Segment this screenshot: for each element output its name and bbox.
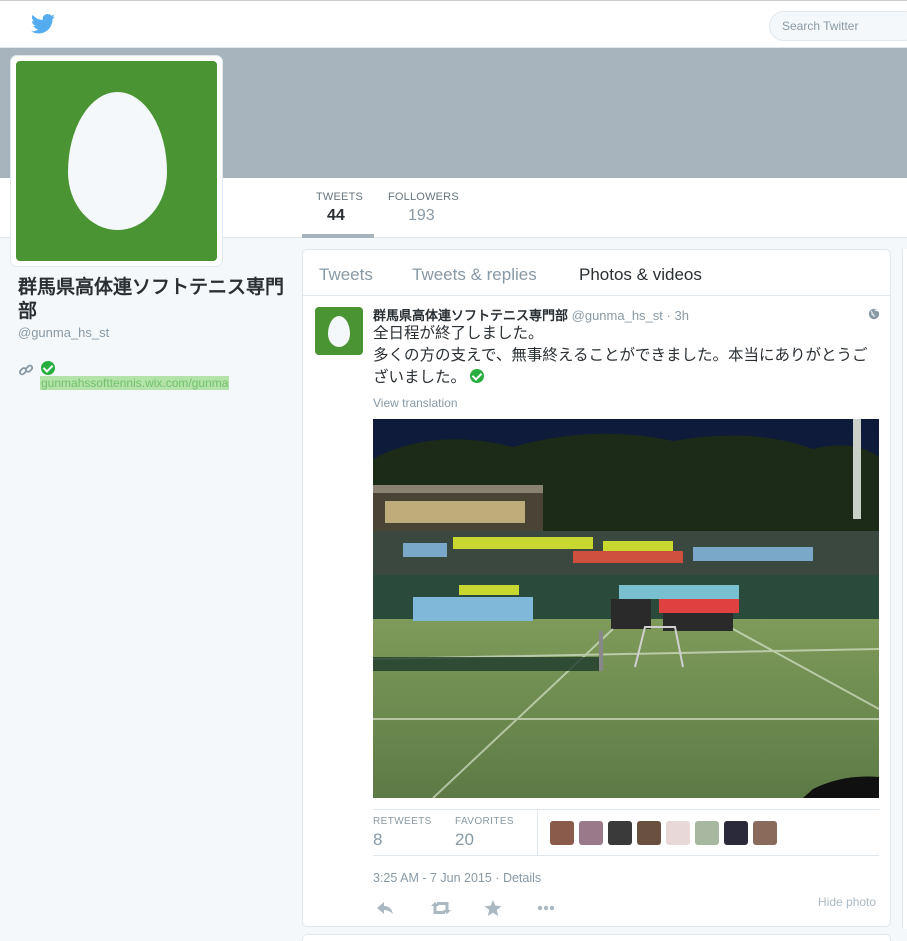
right-column-edge [902,249,907,929]
timeline-tabs: Tweets Tweets & replies Photos & videos [303,250,890,296]
twitter-bird-icon[interactable] [31,14,55,34]
favoriter-avatar[interactable] [695,821,719,845]
favoriter-avatar[interactable] [724,821,748,845]
favorites-label: FAVORITES [455,816,514,827]
profile-url-link[interactable]: gunmahssofttennis.wix.com/gunma [40,376,230,390]
tweet-author-handle[interactable]: @gunma_hs_st [572,308,663,323]
tweet-header: 群馬県高体連ソフトテニス専門部 @gunma_hs_st · 3h [373,305,689,324]
timeline-panel: Tweets Tweets & replies Photos & videos … [302,249,891,927]
profile-name[interactable]: 群馬県高体連ソフトテニス専門部 [18,276,288,324]
retweet-icon[interactable] [425,898,477,918]
verified-check-icon [41,361,55,375]
favoriter-avatar[interactable] [579,821,603,845]
favorite-count[interactable]: FAVORITES 20 [455,816,514,850]
favorites-value: 20 [455,830,474,849]
view-translation-link[interactable]: View translation [373,396,458,410]
profile-avatar[interactable] [11,56,222,266]
reply-icon[interactable] [373,898,425,918]
link-icon [18,364,34,376]
search-input[interactable]: Search Twitter [769,11,907,41]
default-egg-icon [328,316,350,347]
tweet-timestamp: 3:25 AM - 7 Jun 2015 · Details [373,871,541,885]
stat-tweets[interactable]: TWEETS 44 [316,191,363,225]
favoriter-avatar[interactable] [550,821,574,845]
favoriter-avatar[interactable] [637,821,661,845]
default-egg-icon [68,92,167,230]
details-link[interactable]: Details [503,871,541,885]
favoriter-avatars [550,821,777,845]
tweet-text-line1: 全日程が終了しました。 [373,325,544,342]
active-stat-underline [302,234,374,238]
tweet-avatar[interactable] [315,307,363,355]
check-mark-emoji-icon [470,369,485,383]
retweets-label: RETWEETS [373,816,432,827]
favoriter-avatar[interactable] [666,821,690,845]
tab-tweets-replies[interactable]: Tweets & replies [412,265,537,285]
stat-tweets-value: 44 [327,207,345,224]
tweet-photo[interactable] [373,419,879,798]
hide-photo-link[interactable]: Hide photo [818,895,876,909]
timestamp-separator: · [491,871,503,885]
more-options-icon[interactable] [529,898,581,918]
retweet-count[interactable]: RETWEETS 8 [373,816,432,850]
profile-handle[interactable]: @gunma_hs_st [18,325,109,340]
tweet-text-line2: 多くの方の支えで、無事終えることができました。本当にありがとうございました。 [373,347,868,386]
tab-tweets[interactable]: Tweets [319,265,373,285]
avatar-background [16,61,217,261]
globe-icon[interactable] [868,308,880,320]
favoriter-avatar[interactable] [753,821,777,845]
stats-divider [537,810,538,855]
tweet-author-name[interactable]: 群馬県高体連ソフトテニス専門部 [373,308,568,323]
tweet-actions [373,898,581,918]
top-bar: Search Twitter [0,0,907,48]
tab-photos-videos[interactable]: Photos & videos [579,265,702,285]
tweet-text: 全日程が終了しました。 多くの方の支えで、無事終えることができました。本当にあり… [373,323,878,389]
tweet-datetime[interactable]: 3:25 AM - 7 Jun 2015 [373,871,492,885]
retweets-value: 8 [373,830,383,849]
next-tweet-card [302,934,891,941]
stat-followers[interactable]: FOLLOWERS 193 [388,191,459,225]
favorite-star-icon[interactable] [477,898,529,918]
stat-tweets-label: TWEETS [316,191,364,203]
tweet-stats: RETWEETS 8 FAVORITES 20 [373,809,879,856]
stat-followers-value: 193 [408,207,435,224]
tweet-time[interactable]: 3h [674,308,688,323]
stat-followers-label: FOLLOWERS [388,191,459,203]
favoriter-avatar[interactable] [608,821,632,845]
